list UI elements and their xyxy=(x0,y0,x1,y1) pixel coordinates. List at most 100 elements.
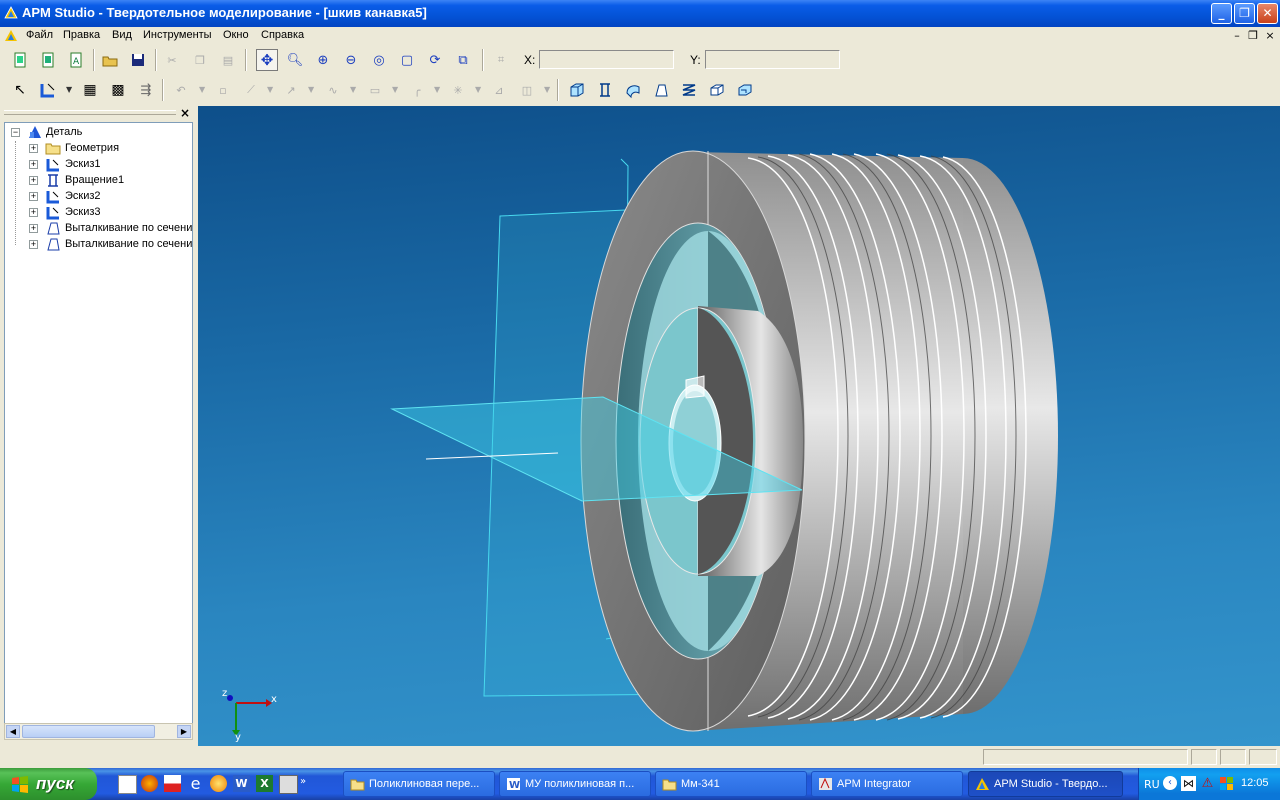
paste-button[interactable]: ▤ xyxy=(217,49,239,71)
chevron-down-icon[interactable]: ▼ xyxy=(544,85,552,94)
menu-edit[interactable]: Правка xyxy=(63,29,100,41)
transfer-icon: ⇶ xyxy=(140,82,152,98)
expand-icon[interactable]: + xyxy=(29,208,38,217)
chevron-down-icon[interactable]: ▼ xyxy=(308,85,316,94)
transfer-button[interactable]: ⇶ xyxy=(135,79,157,101)
network-icon[interactable]: ⚠ xyxy=(1200,776,1215,791)
snap-button[interactable]: ⌗ xyxy=(490,49,512,71)
menu-window[interactable]: Окно xyxy=(223,29,249,41)
menu-help[interactable]: Справка xyxy=(261,29,304,41)
scroll-left-button[interactable]: ◀ xyxy=(6,725,20,738)
fit-all-button[interactable]: ▢ xyxy=(396,49,418,71)
task-button-active[interactable]: APM Studio - Твердо... xyxy=(968,771,1123,797)
internet-explorer-icon[interactable]: e xyxy=(187,775,204,792)
expand-icon[interactable]: + xyxy=(29,160,38,169)
doc-close-button[interactable]: × xyxy=(1262,29,1278,43)
spline-button[interactable]: ∿ xyxy=(322,79,344,101)
new-part-button[interactable] xyxy=(9,49,31,71)
cut-button[interactable]: ✂ xyxy=(161,49,183,71)
minimize-button[interactable]: _ xyxy=(1211,3,1232,24)
line-button[interactable]: ⟋ xyxy=(240,79,262,101)
language-indicator[interactable]: RU xyxy=(1144,778,1160,791)
scroll-thumb[interactable] xyxy=(22,725,155,738)
restore-button[interactable]: ❐ xyxy=(1234,3,1255,24)
new-drawing-button[interactable]: A xyxy=(65,49,87,71)
menu-tools[interactable]: Инструменты xyxy=(143,29,212,41)
point-button[interactable]: ▫ xyxy=(212,79,234,101)
apm-doc-icon[interactable] xyxy=(4,29,18,43)
copy-button[interactable]: ❐ xyxy=(189,49,211,71)
media-icon[interactable] xyxy=(141,775,158,792)
chevron-down-icon[interactable]: ▼ xyxy=(66,85,74,94)
dimension-button[interactable]: ⊿ xyxy=(488,79,510,101)
loft-button[interactable] xyxy=(650,79,672,101)
shell-button[interactable] xyxy=(706,79,728,101)
word-icon[interactable]: W xyxy=(233,775,250,792)
chevron-down-icon[interactable]: ▼ xyxy=(267,85,275,94)
doc-restore-button[interactable]: ❐ xyxy=(1245,29,1261,43)
windows-security-icon[interactable] xyxy=(1219,776,1234,791)
start-button[interactable]: пуск xyxy=(0,768,97,800)
menu-view[interactable]: Вид xyxy=(112,29,132,41)
sketch-button[interactable] xyxy=(37,79,59,101)
chevron-down-icon[interactable]: ▼ xyxy=(434,85,442,94)
expand-icon[interactable]: + xyxy=(29,240,38,249)
collapse-icon[interactable]: − xyxy=(11,128,20,137)
extrude-button[interactable] xyxy=(566,79,588,101)
document-icon[interactable] xyxy=(164,775,181,792)
tray-back-icon[interactable]: ‹ xyxy=(1163,776,1177,790)
fillet-3d-button[interactable] xyxy=(734,79,756,101)
expand-icon[interactable]: + xyxy=(29,192,38,201)
quicklaunch-chevron-icon[interactable]: » xyxy=(300,776,306,787)
panel-close-button[interactable]: × xyxy=(180,106,190,120)
rotate-button[interactable]: ⟳ xyxy=(424,49,446,71)
task-button[interactable]: APM Integrator xyxy=(811,771,963,797)
chevron-down-icon[interactable]: ▼ xyxy=(475,85,483,94)
panel-grip[interactable] xyxy=(4,110,176,115)
rectangle-button[interactable]: ▭ xyxy=(364,79,386,101)
new-assembly-button[interactable] xyxy=(37,49,59,71)
pan-button[interactable]: ✥ xyxy=(256,49,278,71)
task-button[interactable]: W МУ поликлиновая п... xyxy=(499,771,651,797)
task-button[interactable]: Мм-341 xyxy=(655,771,807,797)
spring-button[interactable] xyxy=(678,79,700,101)
chevron-down-icon[interactable]: ▼ xyxy=(392,85,400,94)
horizontal-scrollbar[interactable]: ◀ ▶ xyxy=(4,723,193,740)
zoom-window-button[interactable]: 🔍︎ xyxy=(284,49,306,71)
arc-button[interactable]: ↗ xyxy=(280,79,302,101)
trim-button[interactable]: ✳ xyxy=(447,79,469,101)
scroll-right-button[interactable]: ▶ xyxy=(177,725,191,738)
zoom-dynamic-button[interactable]: ◎ xyxy=(368,49,390,71)
excel-icon[interactable]: X xyxy=(256,775,273,792)
media-player-icon[interactable] xyxy=(210,775,227,792)
revolve-button[interactable] xyxy=(594,79,616,101)
zoom-out-button[interactable]: ⊖ xyxy=(340,49,362,71)
sweep-button[interactable] xyxy=(622,79,644,101)
mirror-button[interactable]: ◫ xyxy=(516,79,538,101)
open-button[interactable] xyxy=(99,49,121,71)
3d-viewport[interactable]: x y z xyxy=(198,106,1280,746)
select-button[interactable]: ↖ xyxy=(9,79,31,101)
menu-file[interactable]: Файл xyxy=(26,29,53,41)
chevron-down-icon[interactable]: ▼ xyxy=(199,85,207,94)
chevron-down-icon[interactable]: ▼ xyxy=(350,85,358,94)
zoom-in-button[interactable]: ⊕ xyxy=(312,49,334,71)
select-view-button[interactable]: ⧉ xyxy=(452,49,474,71)
table-button[interactable]: ▦ xyxy=(79,79,101,101)
app-icon[interactable] xyxy=(279,775,298,794)
edit-icon[interactable] xyxy=(118,775,137,794)
task-button[interactable]: Поликлиновая пере... xyxy=(343,771,495,797)
clock[interactable]: 12:05 xyxy=(1241,777,1269,789)
apm-tray-icon[interactable]: ⋈ xyxy=(1181,776,1196,791)
doc-minimize-button[interactable]: – xyxy=(1229,29,1245,43)
save-button[interactable] xyxy=(127,49,149,71)
expand-icon[interactable]: + xyxy=(29,176,38,185)
close-button[interactable]: ✕ xyxy=(1257,3,1278,24)
y-coord-field[interactable] xyxy=(705,50,840,69)
x-coord-field[interactable] xyxy=(539,50,674,69)
fillet-button[interactable]: ╭ xyxy=(406,79,428,101)
expand-icon[interactable]: + xyxy=(29,224,38,233)
hatch-button[interactable]: ▩ xyxy=(107,79,129,101)
expand-icon[interactable]: + xyxy=(29,144,38,153)
undo-button[interactable]: ↶ xyxy=(170,79,192,101)
